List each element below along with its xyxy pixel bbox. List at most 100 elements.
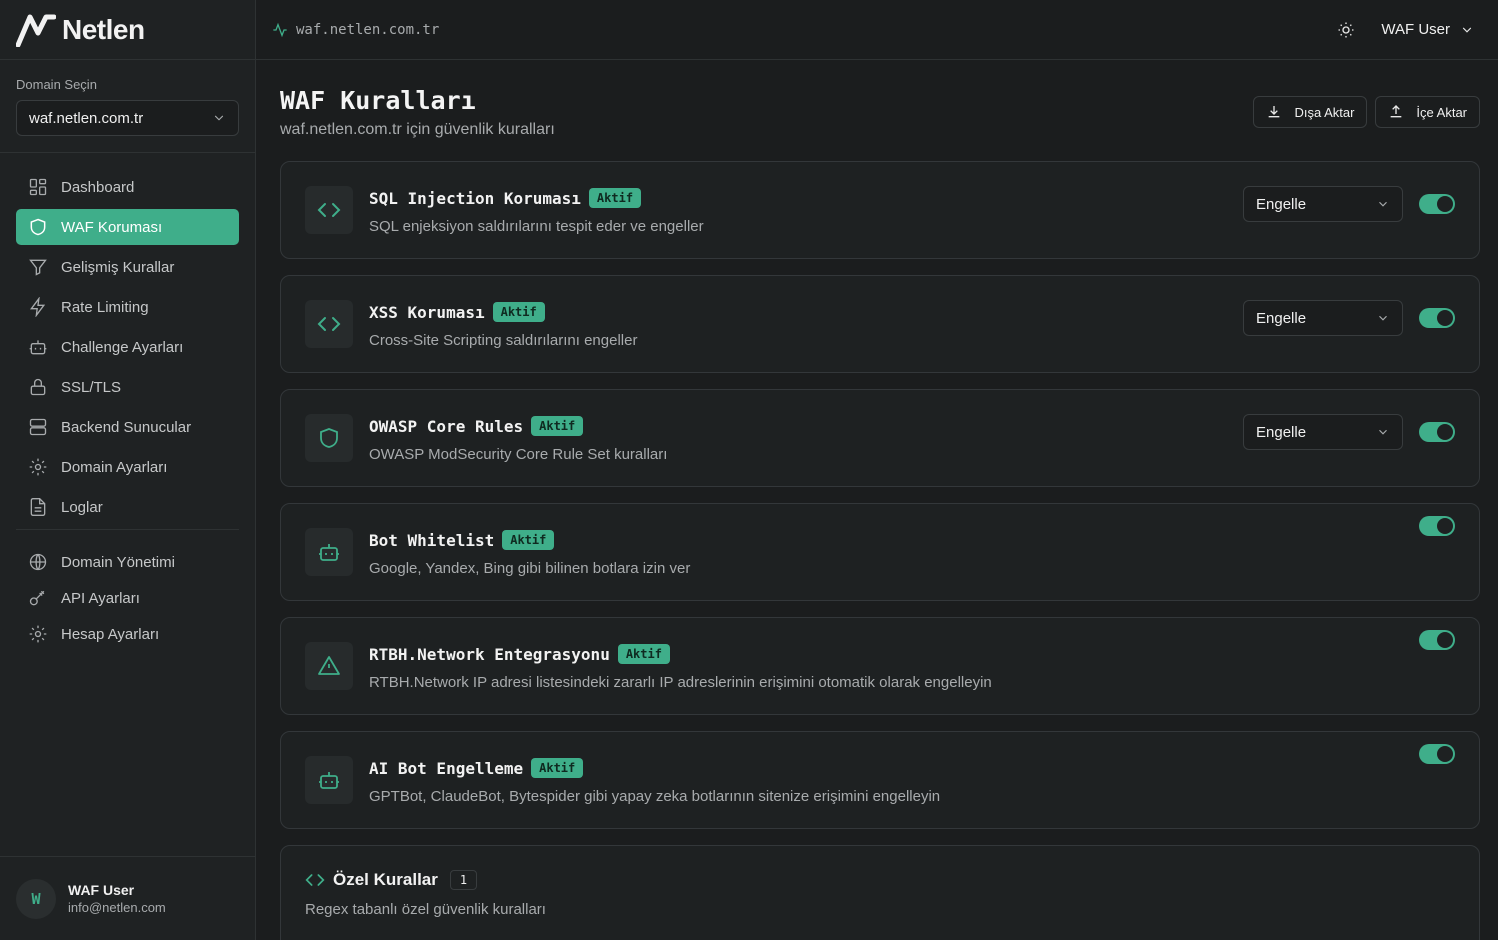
gear-icon <box>29 625 47 643</box>
globe-icon <box>29 553 47 571</box>
domain-select[interactable]: waf.netlen.com.tr <box>16 100 239 136</box>
sidebar-item-domain-ayarlari[interactable]: Domain Ayarları <box>16 449 239 485</box>
rule-action-select[interactable]: Engelle <box>1243 300 1403 336</box>
status-badge: Aktif <box>492 302 545 322</box>
rule-card-owasp: OWASP Core Rules Aktif OWASP ModSecurity… <box>280 389 1480 487</box>
status-badge: Aktif <box>531 416 584 436</box>
netlen-logo-icon <box>16 14 56 47</box>
robot-icon <box>29 340 47 355</box>
rule-description: RTBH.Network IP adresi listesindeki zara… <box>369 674 992 691</box>
sidebar-item-label: Challenge Ayarları <box>61 338 184 356</box>
rule-title: AI Bot Engelleme <box>369 758 524 778</box>
topbar: waf.netlen.com.tr WAF User <box>256 0 1498 60</box>
custom-rules-count: 1 <box>449 870 478 890</box>
rule-enabled-toggle[interactable] <box>1419 744 1455 764</box>
rule-enabled-toggle[interactable] <box>1419 194 1455 214</box>
sidebar: Netlen Domain Seçin waf.netlen.com.tr Da… <box>0 0 256 940</box>
chevron-down-icon <box>1379 315 1387 321</box>
avatar: W <box>16 878 56 919</box>
sidebar-item-api-ayarlari[interactable]: API Ayarları <box>16 582 239 614</box>
sidebar-item-label: Gelişmiş Kurallar <box>61 258 175 276</box>
warning-icon <box>318 656 340 675</box>
current-domain: waf.netlen.com.tr <box>296 21 440 38</box>
status-badge: Aktif <box>502 530 555 550</box>
sidebar-item-label: Rate Limiting <box>61 298 149 316</box>
user-name: WAF User <box>68 882 135 898</box>
lock-icon <box>30 378 46 396</box>
rule-title: XSS Koruması <box>369 302 485 322</box>
rule-enabled-toggle[interactable] <box>1419 308 1455 328</box>
code-icon <box>305 874 325 886</box>
filter-icon <box>29 259 47 276</box>
gear-icon <box>29 458 47 476</box>
chevron-down-icon <box>1379 201 1387 207</box>
sidebar-item-label: Hesap Ayarları <box>61 625 160 643</box>
import-button[interactable]: İçe Aktar <box>1375 96 1480 128</box>
file-icon <box>30 498 46 516</box>
rule-title: RTBH.Network Entegrasyonu <box>369 644 610 664</box>
chevron-down-icon <box>214 115 224 121</box>
brand-name: Netlen <box>62 13 145 45</box>
custom-rules-description: Regex tabanlı özel güvenlik kuralları <box>305 901 546 918</box>
user-menu-button[interactable]: WAF User <box>1381 21 1474 38</box>
shield-icon <box>30 218 46 236</box>
sidebar-item-backend-sunucular[interactable]: Backend Sunucular <box>16 409 239 445</box>
sidebar-item-label: Loglar <box>61 498 103 516</box>
rule-title: OWASP Core Rules <box>369 416 524 436</box>
rule-enabled-toggle[interactable] <box>1419 516 1455 536</box>
rule-action-select[interactable]: Engelle <box>1243 414 1403 450</box>
sidebar-item-ssl-tls[interactable]: SSL/TLS <box>16 369 239 405</box>
upload-icon <box>1391 105 1402 118</box>
domain-select-value: waf.netlen.com.tr <box>29 109 144 127</box>
sidebar-item-label: SSL/TLS <box>61 378 122 396</box>
rule-enabled-toggle[interactable] <box>1419 630 1455 650</box>
user-menu-label: WAF User <box>1381 21 1450 38</box>
activity-icon <box>273 22 287 37</box>
grid-icon <box>29 178 47 196</box>
sidebar-item-label: Domain Yönetimi <box>61 553 175 571</box>
server-icon <box>29 418 47 436</box>
user-profile[interactable]: W WAF User info@netlen.com <box>0 856 255 940</box>
domain-select-label: Domain Seçin <box>16 77 97 92</box>
page-title: WAF Kuralları <box>280 86 476 115</box>
theme-toggle-sun-icon[interactable] <box>1337 21 1355 39</box>
chevron-down-icon <box>1379 429 1387 435</box>
page-subtitle: waf.netlen.com.tr için güvenlik kurallar… <box>280 121 555 138</box>
status-badge: Aktif <box>531 758 584 778</box>
sidebar-item-gelismis-kurallar[interactable]: Gelişmiş Kurallar <box>16 249 239 285</box>
status-badge: Aktif <box>617 644 670 664</box>
export-label: Dışa Aktar <box>1294 104 1355 120</box>
brand-logo[interactable]: Netlen <box>0 0 255 60</box>
rule-card-xss: XSS Koruması Aktif Cross-Site Scripting … <box>280 275 1480 373</box>
user-email: info@netlen.com <box>68 900 166 915</box>
rule-description: Google, Yandex, Bing gibi bilinen botlar… <box>369 560 691 577</box>
code-icon <box>317 317 341 331</box>
status-badge: Aktif <box>588 188 642 208</box>
robot-icon <box>319 544 339 561</box>
rule-title: Bot Whitelist <box>369 530 495 550</box>
rule-action-select[interactable]: Engelle <box>1243 186 1403 222</box>
sidebar-item-domain-yonetimi[interactable]: Domain Yönetimi <box>16 546 239 578</box>
shield-icon <box>320 428 338 448</box>
main-content: waf.netlen.com.tr WAF User WAF Kuralları… <box>256 0 1498 940</box>
sidebar-item-label: WAF Koruması <box>61 218 163 236</box>
custom-rules-title: Özel Kurallar <box>333 870 438 889</box>
rule-card-bot-whitelist: Bot Whitelist Aktif Google, Yandex, Bing… <box>280 503 1480 601</box>
sidebar-item-hesap-ayarlari[interactable]: Hesap Ayarları <box>16 618 239 650</box>
export-button[interactable]: Dışa Aktar <box>1253 96 1368 128</box>
nav-divider <box>16 529 239 530</box>
rule-action-value: Engelle <box>1256 195 1307 213</box>
sidebar-item-rate-limiting[interactable]: Rate Limiting <box>16 289 239 325</box>
sidebar-item-waf-korumasi[interactable]: WAF Koruması <box>16 209 239 245</box>
rule-title: SQL Injection Koruması <box>369 188 581 208</box>
sidebar-nav: Dashboard WAF Koruması Gelişmiş Kurallar… <box>0 153 255 650</box>
custom-rules-card: Özel Kurallar 1 Regex tabanlı özel güven… <box>280 845 1480 940</box>
key-icon <box>29 590 45 606</box>
sidebar-item-challenge-ayarlari[interactable]: Challenge Ayarları <box>16 329 239 365</box>
download-icon <box>1269 106 1280 118</box>
sidebar-item-label: Dashboard <box>61 178 135 196</box>
sidebar-item-dashboard[interactable]: Dashboard <box>16 169 239 205</box>
sidebar-item-loglar[interactable]: Loglar <box>16 489 239 525</box>
sidebar-item-label: Backend Sunucular <box>61 418 192 436</box>
rule-enabled-toggle[interactable] <box>1419 422 1455 442</box>
